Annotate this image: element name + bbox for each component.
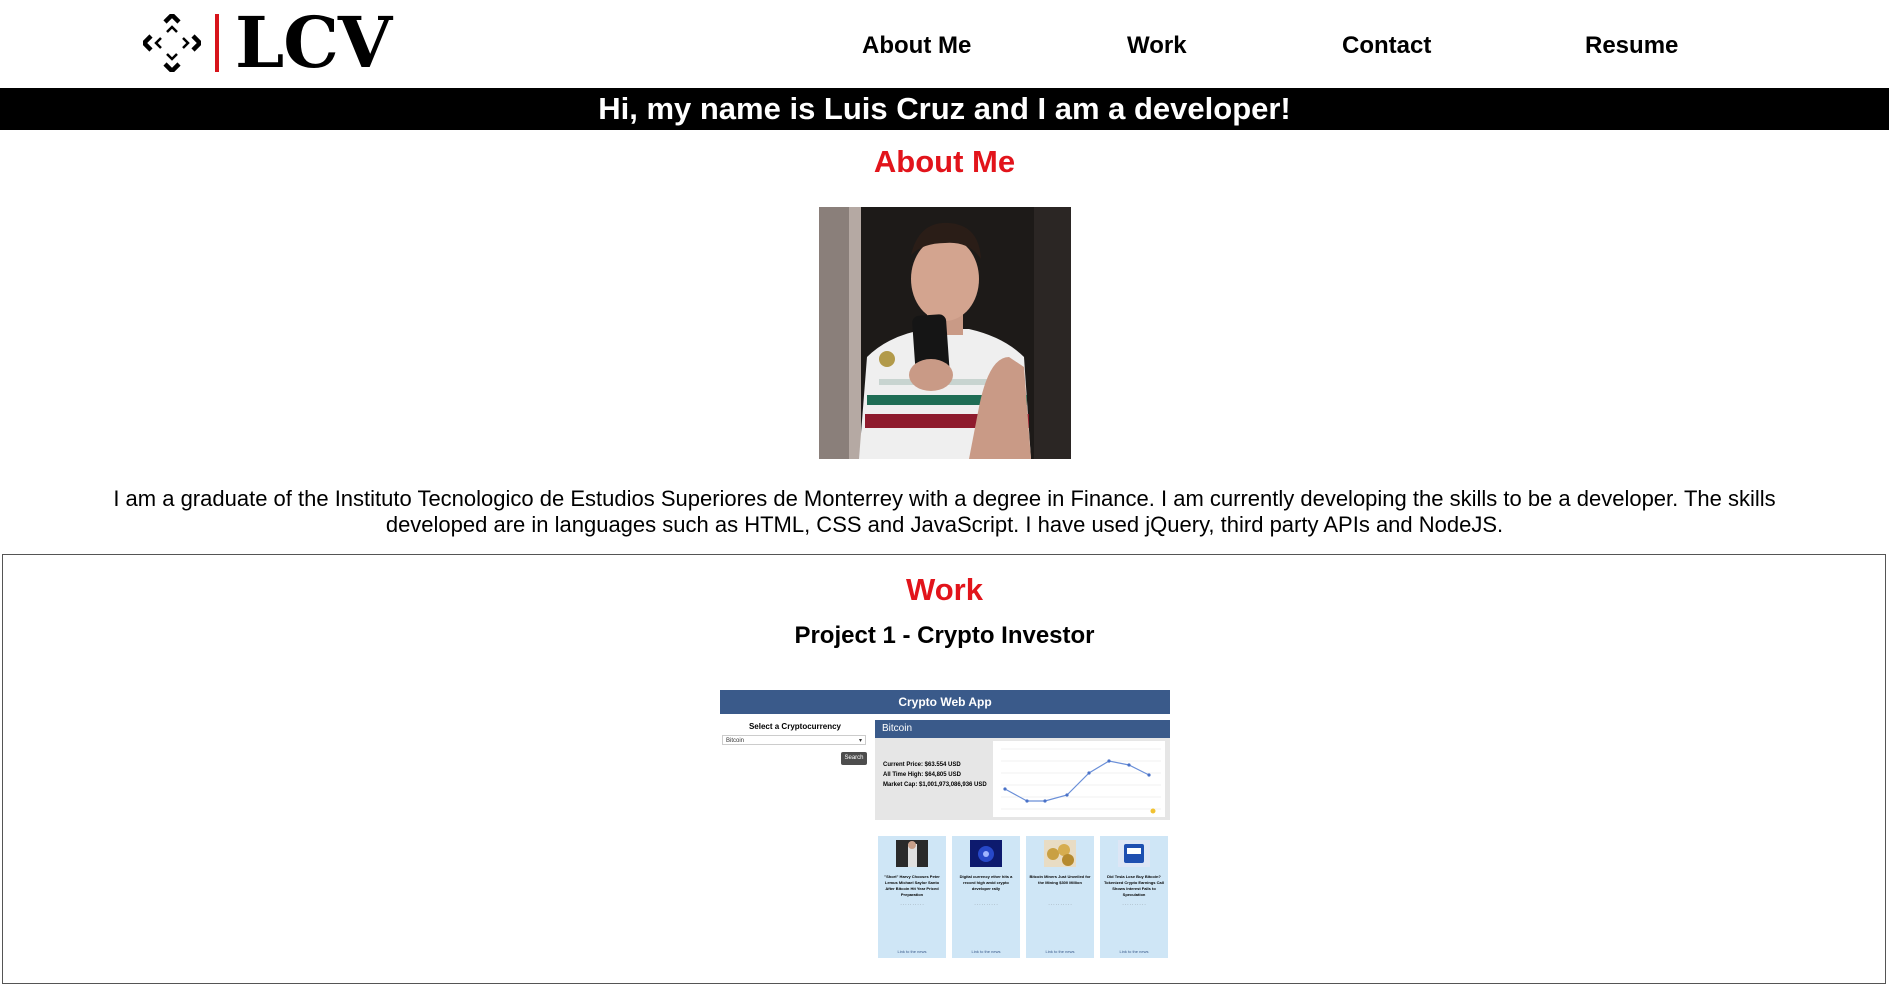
- news-body: · · · · · · · · · ·: [974, 902, 998, 907]
- logo-text: LCV: [235, 1, 392, 84]
- news-body: · · · · · · · · · ·: [900, 902, 924, 907]
- project-screenshot[interactable]: Crypto Web App Select a Cryptocurrency B…: [720, 690, 1170, 967]
- crypto-select: Bitcoin ▾: [722, 735, 866, 745]
- work-heading: Work: [906, 572, 983, 607]
- coin-title-bar: Bitcoin: [875, 720, 1170, 738]
- news-thumbnail: [1044, 840, 1076, 867]
- nav-resume[interactable]: Resume: [1585, 32, 1678, 60]
- select-label: Select a Cryptocurrency: [748, 722, 842, 731]
- news-title: Digital currency ether hits a record hig…: [959, 874, 1013, 891]
- market-cap: Market Cap: $1,001,973,086,936 USD: [883, 782, 987, 788]
- select-value: Bitcoin: [726, 738, 745, 744]
- coin-panel: Current Price: $63.554 USD All Time High…: [875, 738, 1170, 820]
- site-header: LCV About Me Work Contact Resume: [0, 0, 1889, 88]
- current-price: Current Price: $63.554 USD: [883, 762, 961, 768]
- diamond-logo-icon: [143, 14, 201, 72]
- news-card: Did Tesla Lose Buy Bitcoin? Tokenized Cr…: [1100, 836, 1168, 958]
- coin-stats: Current Price: $63.554 USD All Time High…: [883, 760, 987, 790]
- news-card: Bitcoin Miners Just Unveiled for the Min…: [1026, 836, 1094, 958]
- news-body: · · · · · · · · · ·: [1122, 902, 1146, 907]
- project-title: Project 1 - Crypto Investor: [794, 622, 1095, 649]
- nav-work[interactable]: Work: [1127, 32, 1187, 60]
- profile-photo: [819, 207, 1071, 459]
- all-time-high: All Time High: $64,805 USD: [883, 772, 961, 778]
- nav-contact[interactable]: Contact: [1342, 32, 1431, 60]
- news-thumbnail: [896, 840, 928, 867]
- news-card: Digital currency ether hits a record hig…: [952, 836, 1020, 958]
- about-heading: About Me: [873, 144, 1016, 179]
- search-button: Search: [841, 752, 867, 765]
- logo-divider: [215, 14, 219, 72]
- app-title-bar: Crypto Web App: [720, 690, 1170, 714]
- news-link: Link to the news: [1119, 949, 1149, 954]
- hero-banner: Hi, my name is Luis Cruz and I am a deve…: [0, 88, 1889, 130]
- logo[interactable]: LCV: [143, 1, 392, 84]
- news-title: Bitcoin Miners Just Unveiled for the Min…: [1029, 874, 1091, 885]
- news-card: "Short" Harvy Chooses Peter Lemus Michae…: [878, 836, 946, 958]
- news-thumbnail: [1118, 840, 1150, 867]
- news-link: Link to the news: [1045, 949, 1075, 954]
- chevron-down-icon: ▾: [858, 738, 862, 744]
- news-body: · · · · · · · · · ·: [1048, 902, 1072, 907]
- news-link: Link to the news: [897, 949, 927, 954]
- news-title: "Short" Harvy Chooses Peter Lemus Michae…: [884, 874, 940, 897]
- news-link: Link to the news: [971, 949, 1001, 954]
- price-chart-thumbnail: [993, 741, 1165, 817]
- news-title: Did Tesla Lose Buy Bitcoin? Tokenized Cr…: [1104, 874, 1164, 897]
- news-thumbnail: [970, 840, 1002, 867]
- nav-about-me[interactable]: About Me: [862, 32, 971, 60]
- about-paragraph: I am a graduate of the Instituto Tecnolo…: [113, 486, 1776, 537]
